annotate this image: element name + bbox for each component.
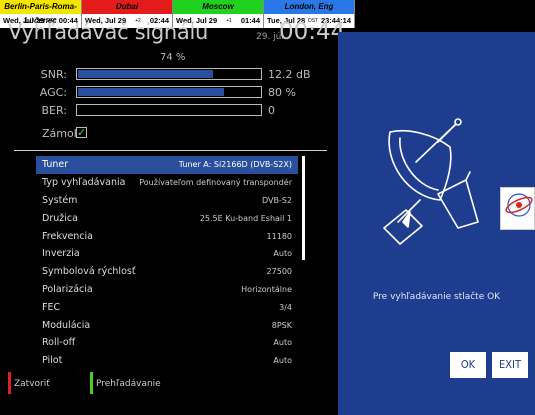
clock-city: Dubai [82, 0, 172, 14]
clock-city: Berlin-Paris-Roma-Lučenec [0, 0, 81, 25]
snr-bar [76, 68, 262, 80]
settings-row-polariz-cia[interactable]: Polarizácia Horizontálne [36, 281, 298, 299]
settings-row-pilot[interactable]: Pilot Auto [36, 352, 298, 370]
settings-row-syst-m[interactable]: Systém DVB-S2 [36, 192, 298, 210]
setting-value: Auto [273, 356, 292, 366]
agc-value: 80 % [268, 86, 296, 99]
divider [14, 150, 327, 151]
tuner-settings-list: Tuner Tuner A: Si2166D (DVB-S2X) Typ vyhľa… [36, 156, 298, 370]
setting-value: 25.5E Ku-band Eshail 1 [199, 213, 292, 223]
settings-row-modul-cia[interactable]: Modulácia 8PSK [36, 316, 298, 334]
settings-row-symbolov-r-chlos-[interactable]: Symbolová rýchlosť 27500 [36, 263, 298, 281]
setting-label: Družica [42, 212, 78, 224]
setting-label: Modulácia [42, 319, 91, 331]
setting-label: FEC [42, 301, 61, 313]
setting-value: Tuner A: Si2166D (DVB-S2X) [178, 160, 292, 170]
setting-label: Symbolová rýchlosť [42, 266, 136, 278]
setting-label: Frekvencia [42, 230, 93, 242]
green-key-indicator [90, 372, 93, 394]
setting-value: 11180 [266, 231, 292, 241]
settings-row-inverzia[interactable]: Inverzia Auto [36, 245, 298, 263]
red-key-indicator [8, 372, 11, 394]
settings-row-fec[interactable]: FEC 3/4 [36, 298, 298, 316]
setting-label: Typ vyhľadávania [42, 177, 126, 189]
setting-label: Tuner [42, 159, 69, 171]
satellite-dish-icon [383, 118, 479, 245]
satellite-logo-icon [505, 193, 533, 217]
settings-row-roll-off[interactable]: Roll-off Auto [36, 334, 298, 352]
ber-bar [76, 104, 262, 116]
setting-value: Auto [273, 338, 292, 348]
setting-value: Auto [273, 249, 292, 259]
snr-label: SNR: [40, 68, 67, 81]
snr-bar-fill [78, 70, 213, 78]
clock-time: 01:44 [240, 16, 260, 25]
setting-value: 27500 [266, 267, 292, 277]
signal-strength-percent: 74 % [160, 52, 186, 63]
snr-value: 12.2 dB [268, 68, 311, 81]
agc-label: AGC: [39, 86, 67, 99]
clock-offset: +1 [226, 18, 232, 24]
channel-logo [500, 187, 535, 230]
settings-row-dru-ica[interactable]: Družica 25.5E Ku-band Eshail 1 [36, 209, 298, 227]
exit-button[interactable]: EXIT [492, 352, 528, 378]
setting-value: 3/4 [279, 302, 292, 312]
ber-value: 0 [268, 104, 275, 117]
ok-button[interactable]: OK [450, 352, 486, 378]
ber-meter: BER: 0 [0, 104, 330, 118]
setting-label: Inverzia [42, 248, 80, 260]
page-title: Vyhľadávač signálu [8, 20, 209, 44]
setting-label: Roll-off [42, 337, 76, 349]
settings-row-tuner[interactable]: Tuner Tuner A: Si2166D (DVB-S2X) [36, 156, 298, 174]
agc-bar-fill [78, 88, 224, 96]
snr-meter: SNR: 12.2 dB [0, 68, 330, 82]
settings-row-frekvencia[interactable]: Frekvencia 11180 [36, 227, 298, 245]
scan-button[interactable]: Prehľadávanie [96, 379, 161, 389]
clock-city: London, Eng [264, 0, 354, 14]
scrollbar[interactable] [302, 156, 305, 260]
clock-city: Moscow [173, 0, 263, 14]
agc-bar [76, 86, 262, 98]
scan-hint: Pre vyhľadávanie stlačte OK [372, 292, 501, 302]
close-button[interactable]: Zatvoriť [14, 379, 50, 389]
ber-label: BER: [41, 104, 67, 117]
settings-row-typ-vyh-ad-vania[interactable]: Typ vyhľadávania Používateľom definovaný … [36, 174, 298, 192]
lock-checkbox: ✓ [76, 127, 87, 138]
agc-meter: AGC: 80 % [0, 86, 330, 100]
setting-value: Používateľom definovaný transpondér [139, 178, 292, 188]
setting-value: DVB-S2 [261, 195, 292, 205]
setting-value: 8PSK [271, 320, 292, 330]
setting-value: Horizontálne [241, 284, 292, 294]
setting-label: Polarizácia [42, 283, 93, 295]
setting-label: Pilot [42, 355, 63, 367]
header-time: 00:44 [279, 19, 346, 45]
setting-label: Systém [42, 194, 78, 206]
checkmark-icon: ✓ [77, 126, 87, 139]
